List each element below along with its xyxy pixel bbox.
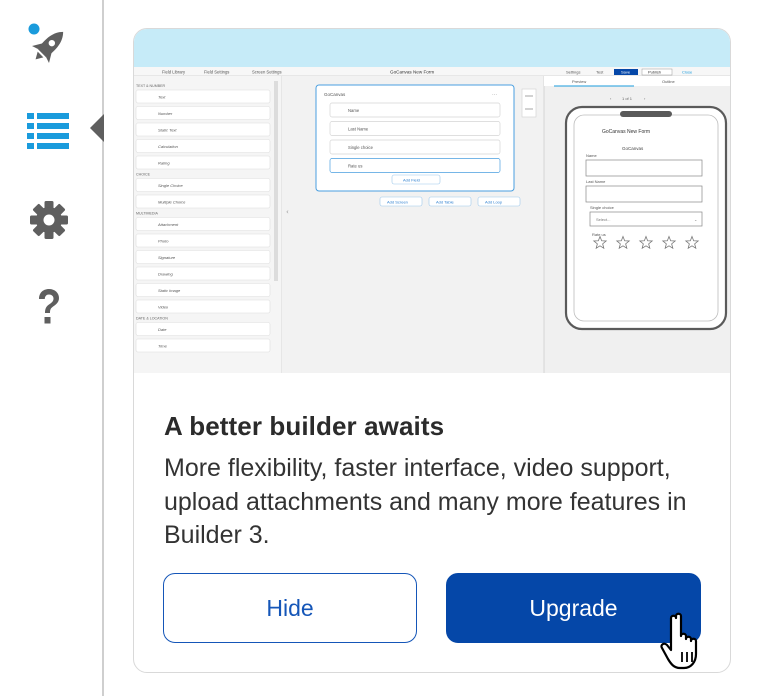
- preview-panel-label: Screen Settings: [252, 70, 282, 75]
- library-item: [135, 106, 271, 120]
- svg-text:‹: ‹: [286, 208, 289, 216]
- upgrade-card: Field Library Field Settings Screen Sett…: [133, 28, 731, 673]
- library-item: [135, 89, 271, 104]
- svg-text:···: ···: [492, 92, 497, 98]
- screen-action-label: Add Screen: [387, 200, 408, 205]
- library-item: [135, 338, 271, 353]
- library-item-label: Signature: [158, 255, 176, 260]
- preview-add-field: Add Field: [403, 178, 420, 183]
- library-section-heading: TEXT & NUMBER: [136, 84, 165, 88]
- sidebar-item-getting-started[interactable]: [14, 14, 84, 74]
- library-item-label: Video: [158, 305, 169, 310]
- library-item-label: Text: [158, 95, 166, 100]
- rocket-icon: [28, 23, 64, 63]
- preview-panel-label: Field Library: [162, 70, 186, 75]
- library-item: [135, 122, 271, 137]
- phone-field-label: Name: [586, 153, 597, 158]
- sidebar-item-form-builder[interactable]: [14, 100, 84, 160]
- library-item-label: Static Text: [158, 128, 177, 133]
- phone-form-subtitle: GoCanvas: [622, 146, 644, 151]
- library-item: [135, 217, 271, 231]
- question-mark-icon: [39, 289, 59, 324]
- screen-action-label: Add Loop: [485, 200, 503, 205]
- list-icon: [27, 113, 69, 149]
- library-item-label: Multiple Choice: [158, 200, 186, 205]
- preview-pager: 1 of 1: [622, 96, 633, 101]
- sidebar-item-help[interactable]: [14, 278, 84, 338]
- preview-header-button: Publish: [648, 70, 661, 75]
- library-item-label: Calculation: [158, 144, 179, 149]
- preview-form-title: GoCanvas New Form: [390, 70, 434, 75]
- library-item-label: Photo: [158, 239, 169, 244]
- library-item: [135, 250, 271, 264]
- gear-icon: [30, 201, 68, 239]
- library-item: [135, 322, 271, 336]
- library-section-heading: MULTIMEDIA: [136, 212, 158, 216]
- active-indicator: [90, 114, 104, 142]
- screen-action-label: Add Table: [436, 200, 454, 205]
- phone-field-label: Single choice: [590, 205, 615, 210]
- library-item-label: Time: [158, 344, 168, 349]
- preview-header-button: Save: [621, 70, 631, 75]
- screen-field-label: Single choice: [348, 145, 374, 150]
- preview-screen-title: GoCanvas: [324, 92, 346, 97]
- library-item: [135, 194, 271, 209]
- screen-field-label: Rate us: [348, 164, 362, 169]
- card-description: More flexibility, faster interface, vide…: [164, 454, 687, 549]
- screen-field-label: Last Name: [348, 127, 369, 132]
- library-item: [135, 299, 271, 314]
- svg-text:⌄: ⌄: [694, 217, 697, 222]
- phone-form-title: GoCanvas New Form: [602, 129, 650, 135]
- library-section-heading: DATE & LOCATION: [136, 317, 168, 321]
- library-item-label: Number: [158, 111, 173, 116]
- hand-pointer-cursor-icon: [660, 612, 698, 670]
- sidebar-item-settings[interactable]: [14, 190, 84, 250]
- library-item-label: Drawing: [158, 272, 173, 277]
- library-item: [135, 155, 271, 170]
- library-item-label: Rating: [158, 161, 170, 166]
- preview-tab: Preview: [572, 79, 586, 84]
- preview-screen-actions: Add Screen Add Table Add Loop: [379, 196, 521, 207]
- phone-field-label: Last Name: [586, 179, 606, 184]
- preview-header-button: Settings: [566, 70, 580, 75]
- phone-select: Select...: [596, 217, 610, 222]
- library-item-label: Single Choice: [158, 183, 183, 188]
- library-item: [135, 178, 271, 192]
- builder-preview-image: Field Library Field Settings Screen Sett…: [134, 29, 730, 373]
- library-item-label: Date: [158, 327, 167, 332]
- preview-tab: Outline: [662, 79, 675, 84]
- screen-field-label: Name: [348, 108, 360, 113]
- library-item: [135, 266, 271, 281]
- library-section-heading: CHOICE: [136, 173, 151, 177]
- library-item: [135, 283, 271, 297]
- preview-field-library: TEXT & NUMBER Text Number Static Text Calcul…: [135, 84, 271, 353]
- hide-button[interactable]: Hide: [163, 573, 417, 643]
- library-item-label: Attachment: [157, 222, 179, 227]
- preview-panel-label: Field Settings: [204, 70, 229, 75]
- library-item: [135, 139, 271, 153]
- preview-header-button: Test: [596, 70, 604, 75]
- library-item-label: Static Image: [158, 288, 181, 293]
- preview-header-button: Close: [682, 70, 693, 75]
- phone-field-label: Rate us: [592, 232, 606, 237]
- card-title: A better builder awaits: [164, 411, 445, 441]
- library-item: [135, 233, 271, 248]
- sidebar: [0, 0, 104, 696]
